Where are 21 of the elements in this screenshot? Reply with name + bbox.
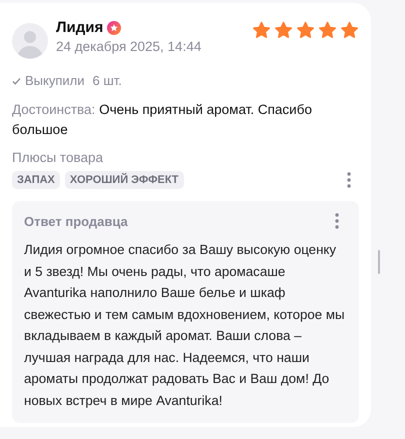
badge-icon bbox=[107, 20, 122, 34]
star-icon bbox=[296, 21, 315, 40]
more-menu-icon[interactable] bbox=[335, 213, 339, 229]
review-date: 24 декабря 2025, 14:44 bbox=[56, 39, 202, 54]
seller-reply-title: Ответ продавца bbox=[24, 214, 128, 228]
purchase-label: Выкупили bbox=[25, 73, 84, 88]
seller-reply-text: Лидия огромное спасибо за Вашу высокую оценку и 5 звезд! Мы очень рады, что аромасаше Avanturika наполнило Ваше белье и шкаф свежестью и тем самым вдохновением, которое мы вкладываем в каждый аромат. Ваши слова – лучшая награда для нас. Надеемся, что наши ароматы продолжат радовать Вас и Ваш дом! До новых встреч в мире Avanturika! bbox=[24, 241, 346, 410]
more-menu-icon[interactable] bbox=[347, 172, 351, 188]
avatar-icon bbox=[12, 23, 48, 59]
tag: ХОРОШИЙ ЭФФЕКТ bbox=[64, 171, 184, 189]
tag: ЗАПАХ bbox=[12, 171, 60, 189]
star-icon bbox=[274, 21, 293, 40]
purchase-quantity: 6 шт. bbox=[92, 73, 122, 88]
star-icon bbox=[318, 21, 337, 40]
author-name: Лидия bbox=[56, 19, 104, 36]
pros-text: Достоинства: Очень приятный аромат. Спасибо большое bbox=[12, 101, 313, 139]
star-icon bbox=[340, 21, 359, 40]
star-icon bbox=[252, 21, 271, 40]
scrollbar-thumb[interactable] bbox=[378, 250, 380, 274]
check-icon bbox=[12, 76, 21, 84]
tags-title: Плюсы товара bbox=[12, 150, 104, 165]
